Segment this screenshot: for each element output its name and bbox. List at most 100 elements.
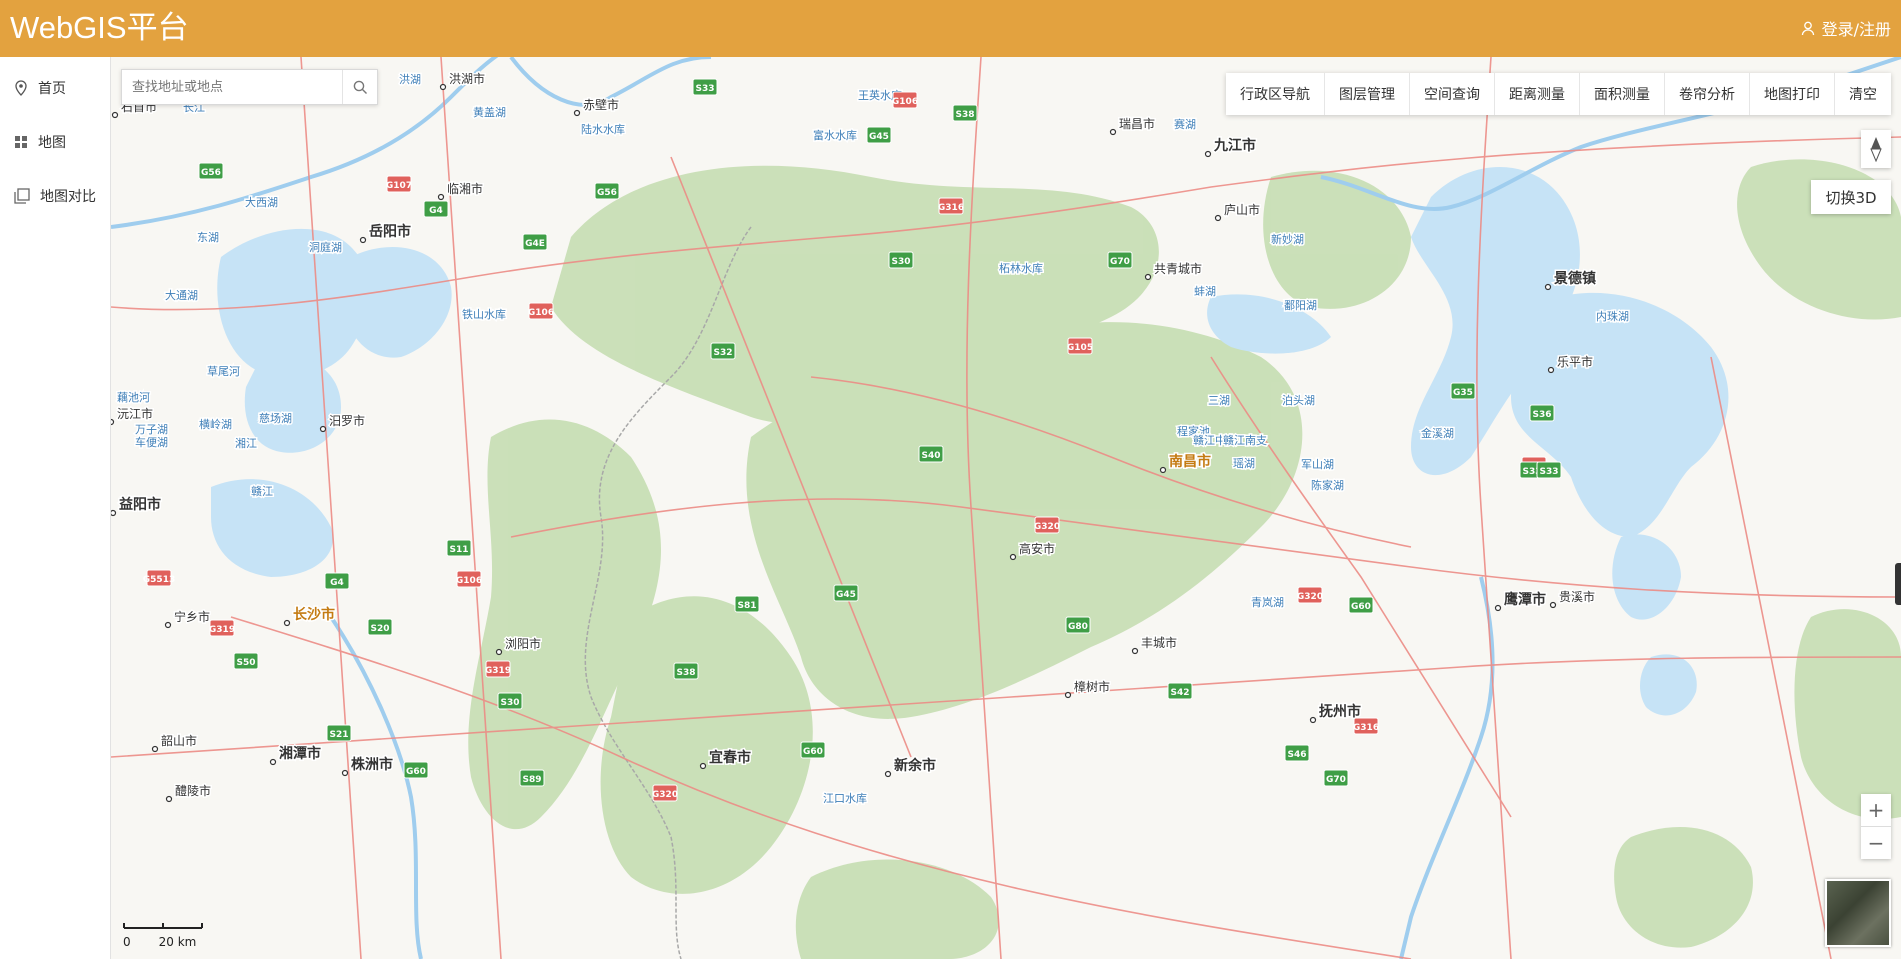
road-shield: G106	[456, 570, 482, 588]
road-shield: G80	[1065, 616, 1091, 634]
road-shield: G70	[1107, 251, 1133, 269]
side-panel-handle[interactable]	[1895, 563, 1901, 605]
tool-swipe-analysis[interactable]: 卷帘分析	[1665, 73, 1750, 115]
road-shield-text: S38	[955, 110, 974, 120]
road-shield: G106	[528, 302, 554, 320]
city-label[interactable]: 益阳市	[111, 495, 163, 517]
city-name: 乐平市	[1557, 354, 1593, 369]
road-shield-text: S11	[449, 545, 468, 555]
city-dot	[1544, 283, 1552, 291]
road-shield: G4	[423, 200, 449, 218]
road-shield: S50	[233, 652, 259, 670]
tool-spatial-query[interactable]: 空间查询	[1410, 73, 1495, 115]
water-label: 内珠湖	[1596, 309, 1629, 323]
city-label[interactable]: 宜春市	[699, 748, 753, 770]
basemap-switcher-thumbnail[interactable]	[1825, 879, 1891, 947]
road-shield-text: G319	[209, 625, 235, 635]
road-shield: G320	[1034, 516, 1060, 534]
road-shield: G45	[833, 584, 859, 602]
water-label: 洞庭湖	[309, 240, 342, 254]
road-shield: G60	[1348, 596, 1374, 614]
water-label: 洪湖	[399, 72, 421, 86]
water-label: 瑶湖	[1233, 457, 1255, 470]
road-shield-text: G320	[652, 790, 678, 800]
sidebar-item-label: 地图	[38, 135, 66, 151]
road-shield-text: G320	[1297, 592, 1323, 602]
city-dot	[1204, 150, 1212, 158]
login-label: 登录/注册	[1821, 20, 1891, 39]
road-shield: G106	[892, 91, 918, 109]
login-button[interactable]: 登录/注册	[1801, 16, 1891, 40]
road-shield-text: G316	[1353, 723, 1379, 733]
road-shield-text: G4	[429, 206, 443, 216]
city-label[interactable]: 株洲市	[341, 755, 395, 777]
road-shield-text: S20	[370, 624, 389, 634]
tool-map-print[interactable]: 地图打印	[1750, 73, 1835, 115]
city-label[interactable]: 抚州市	[1309, 702, 1363, 724]
city-dot	[165, 795, 173, 803]
tool-layer-manager[interactable]: 图层管理	[1325, 73, 1410, 115]
water-label: 青岚湖	[1251, 596, 1284, 609]
city-label[interactable]: 九江市	[1204, 136, 1258, 158]
water-label: 江口水库	[823, 792, 867, 805]
water-label: 慈场湖	[259, 411, 292, 425]
city-name: 新余市	[894, 757, 936, 774]
compass-button[interactable]	[1861, 130, 1891, 168]
road-shield-text: G320	[1034, 522, 1060, 532]
road-shield: S33	[692, 78, 718, 96]
tool-distance-measure[interactable]: 距离测量	[1495, 73, 1580, 115]
road-shield-text: G105	[1067, 343, 1093, 353]
city-name: 汨罗市	[329, 413, 365, 428]
basemap[interactable]: 九江市岳阳市南昌市长沙市 益阳市湘潭市株洲市 宜春市 新余市 抚州市 鹰潭市 景德镇 临湘市 赤…	[111, 57, 1901, 959]
city-label[interactable]: 南昌市	[1159, 452, 1213, 474]
city-name: 湘潭市	[279, 745, 321, 762]
city-dot	[111, 418, 115, 426]
tool-area-measure[interactable]: 面积测量	[1580, 73, 1665, 115]
zoom-out-button[interactable]: −	[1861, 827, 1891, 859]
sidebar-item-map[interactable]: 地图	[14, 130, 66, 154]
city-label[interactable]: 岳阳市	[359, 222, 413, 244]
road-shield-text: G5513	[143, 575, 175, 585]
water-label: 大西湖	[245, 195, 278, 209]
road-shield-text: G60	[406, 767, 426, 777]
water-label: 新妙湖	[1271, 232, 1304, 246]
city-name: 岳阳市	[369, 223, 411, 240]
sidebar-item-home[interactable]: 首页	[14, 76, 66, 100]
road-shield-text: G106	[456, 576, 482, 586]
road-shield: G319	[485, 660, 511, 678]
city-label[interactable]: 长沙市	[283, 605, 337, 627]
road-shield-text: G56	[201, 168, 221, 178]
city-dot	[699, 762, 707, 770]
tool-admin-nav[interactable]: 行政区导航	[1226, 73, 1325, 115]
city-dot	[319, 425, 327, 433]
water-label: 鄱阳湖	[1284, 299, 1317, 312]
road-shield-text: G80	[1068, 622, 1088, 632]
road-shield: G319	[209, 619, 235, 637]
city-dot	[1159, 466, 1167, 474]
road-shield-text: S33	[1539, 467, 1558, 477]
search-button[interactable]	[342, 70, 377, 104]
city-label[interactable]: 景德镇	[1544, 269, 1598, 291]
map-canvas[interactable]: 九江市 岳阳市 南昌市 长沙市 益阳市 湘潭市 株洲市 宜春市 新余市 抚州市 鹰潭市 景德镇 临湘市 赤…	[111, 57, 1901, 959]
zoom-in-button[interactable]: +	[1861, 794, 1891, 827]
road-shield: S32	[710, 342, 736, 360]
city-label[interactable]: 湘潭市	[269, 744, 323, 766]
road-shield-text: S32	[713, 348, 732, 358]
grid-icon	[15, 136, 27, 148]
city-label[interactable]: 新余市	[884, 756, 938, 778]
road-shield-text: S33	[695, 84, 714, 94]
search-input[interactable]	[122, 70, 342, 104]
road-shield-text: G45	[836, 590, 856, 600]
road-shield: S46	[1284, 744, 1310, 762]
road-shield: G107	[386, 175, 412, 193]
tool-clear[interactable]: 清空	[1835, 73, 1891, 115]
sidebar-item-compare[interactable]: 地图对比	[14, 184, 96, 208]
road-shield: S21	[326, 724, 352, 742]
road-shield-text: G319	[485, 666, 511, 676]
water-label: 赣江南支	[1223, 433, 1267, 447]
location-pin-icon	[15, 80, 27, 96]
city-dot	[1009, 553, 1017, 561]
city-label[interactable]: 鹰潭市	[1494, 590, 1548, 612]
road-shield-text: G35	[1453, 388, 1473, 398]
switch-3d-button[interactable]: 切换3D	[1811, 180, 1891, 214]
